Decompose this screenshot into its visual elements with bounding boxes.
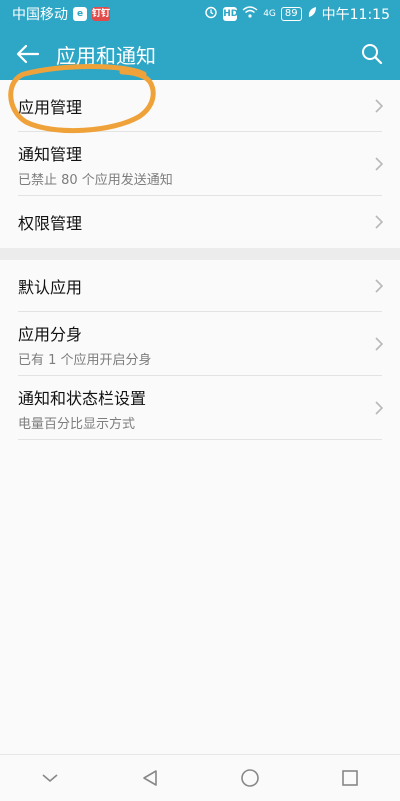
list-item-notification-statusbar-settings[interactable]: 通知和状态栏设置 电量百分比显示方式	[0, 376, 400, 440]
clock: 中午11:15	[321, 7, 390, 23]
dingtalk-badge-icon: 钉钉	[92, 7, 111, 21]
nav-back-button[interactable]	[125, 755, 175, 801]
wifi-icon	[242, 6, 258, 22]
system-nav-bar	[0, 754, 400, 801]
list-item-default-apps[interactable]: 默认应用	[0, 260, 400, 312]
status-bar: 中国移动 e 钉钉 HD 4G 89 中午11:15	[0, 0, 400, 28]
item-title: 通知和状态栏设置	[18, 388, 147, 408]
alarm-icon	[204, 5, 218, 23]
chevron-right-icon	[375, 157, 384, 171]
list-item-app-management[interactable]: 应用管理	[0, 80, 400, 132]
item-title: 应用管理	[18, 98, 83, 117]
back-button[interactable]	[0, 28, 56, 80]
settings-group-1: 应用管理 通知管理 已禁止 80 个应用发送通知 权限管理	[0, 80, 400, 248]
signal-icon: 4G	[263, 9, 276, 19]
nav-recents-button[interactable]	[325, 755, 375, 801]
item-title: 应用分身	[18, 324, 83, 344]
chevron-down-icon	[42, 774, 58, 783]
divider	[18, 439, 382, 440]
chevron-right-icon	[375, 279, 384, 293]
settings-group-2: 默认应用 应用分身 已有 1 个应用开启分身 通知和状态栏设置 电量百分比显示方…	[0, 260, 400, 440]
nav-collapse-button[interactable]	[25, 755, 75, 801]
chevron-right-icon	[375, 99, 384, 113]
settings-list: 应用管理 通知管理 已禁止 80 个应用发送通知 权限管理 默认应用 应用分身 …	[0, 80, 400, 440]
item-subtitle: 已有 1 个应用开启分身	[18, 352, 152, 368]
item-title: 通知管理	[18, 144, 83, 164]
circle-home-icon	[241, 769, 259, 787]
chevron-right-icon	[375, 215, 384, 229]
carrier-name: 中国移动	[12, 7, 68, 23]
item-title: 权限管理	[18, 214, 83, 233]
app-bar: 应用和通知	[0, 28, 400, 80]
arrow-left-icon	[16, 44, 40, 64]
triangle-back-icon	[143, 770, 157, 786]
list-item-permission-management[interactable]: 权限管理	[0, 196, 400, 248]
chevron-right-icon	[375, 401, 384, 415]
chevron-right-icon	[375, 337, 384, 351]
section-gap	[0, 248, 400, 260]
list-item-notification-management[interactable]: 通知管理 已禁止 80 个应用发送通知	[0, 132, 400, 196]
nav-home-button[interactable]	[225, 755, 275, 801]
item-subtitle: 已禁止 80 个应用发送通知	[18, 172, 173, 188]
leaf-icon	[307, 6, 317, 22]
page-title: 应用和通知	[56, 43, 156, 68]
battery-icon: 89	[280, 7, 302, 21]
search-icon	[362, 44, 383, 65]
search-button[interactable]	[344, 28, 400, 80]
network-type: 4G	[263, 9, 276, 19]
hd-icon: HD	[223, 7, 239, 21]
list-item-app-twin[interactable]: 应用分身 已有 1 个应用开启分身	[0, 312, 400, 376]
item-title: 默认应用	[18, 278, 83, 297]
item-subtitle: 电量百分比显示方式	[18, 416, 136, 432]
square-recents-icon	[342, 770, 358, 786]
notification-badge-icon: e	[73, 7, 87, 21]
